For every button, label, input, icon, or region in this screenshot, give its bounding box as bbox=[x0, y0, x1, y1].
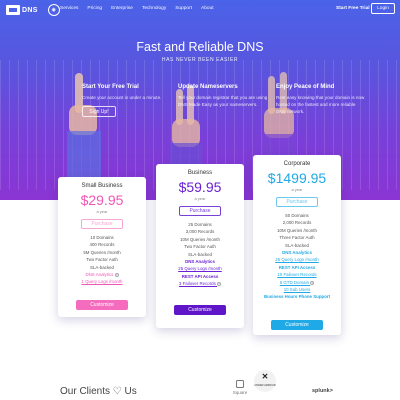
feature-item: 10M Queries /month bbox=[277, 227, 317, 233]
nav-item-pricing[interactable]: Pricing bbox=[87, 6, 102, 11]
feature-item: SLA-backed bbox=[90, 264, 114, 270]
feature-link[interactable]: REST API Access bbox=[253, 264, 341, 271]
nav-item-support[interactable]: Support bbox=[175, 6, 192, 11]
feature-link[interactable]: DNS Analytics ? bbox=[58, 271, 146, 278]
dns-logo-icon bbox=[6, 5, 20, 15]
feature-link-label[interactable]: 5 GTD Domain bbox=[280, 280, 309, 285]
step-text: Tell your domain registrar that you are … bbox=[178, 95, 268, 108]
feature-item: 25 Domains bbox=[188, 222, 212, 227]
clients-title: Our Clients ♡ Us bbox=[60, 386, 137, 397]
customize-button[interactable]: Customize bbox=[174, 305, 226, 315]
nav-menu: Services Pricing Enterprise Technology S… bbox=[60, 6, 214, 11]
plan-name: Business bbox=[187, 170, 213, 176]
under-armour-logo-icon: ✕ bbox=[261, 372, 269, 381]
feature-link[interactable]: 3 Failover Records ? bbox=[156, 280, 244, 287]
feature-item: Two Factor Auth bbox=[184, 244, 216, 250]
step-title: Enjoy Peace of Mind bbox=[276, 84, 335, 90]
hero-subtitle: HAS NEVER BEEN EASIER bbox=[161, 57, 239, 63]
start-free-trial-link[interactable]: Start Free Trial bbox=[336, 6, 370, 11]
step-text: Create your account in under a minute. bbox=[82, 95, 162, 100]
feature-item: Three Factor Auth bbox=[279, 235, 315, 241]
feature-link[interactable]: DNS Analytics bbox=[156, 258, 244, 265]
feature-link[interactable]: 5 GTD Domain ? bbox=[253, 279, 341, 286]
login-button[interactable]: Login bbox=[371, 3, 395, 14]
feature-list: 50 Domains 2,000 Records 10M Queries /mo… bbox=[253, 212, 341, 301]
feature-link[interactable]: 10 Failover Records bbox=[253, 271, 341, 278]
logo[interactable]: DNS ◉ bbox=[6, 4, 60, 16]
plan-card-small-business: Small Business $29.95 a year Purchase 10… bbox=[58, 177, 146, 317]
dns-badge-icon: ◉ bbox=[47, 4, 60, 16]
feature-item: Two Factor Auth bbox=[86, 257, 118, 263]
square-logo-icon bbox=[236, 380, 244, 388]
feature-link-label[interactable]: DNS Analytics bbox=[85, 272, 113, 277]
step-text: Rest easy knowing that your domain is no… bbox=[276, 95, 365, 115]
sign-up-button[interactable]: Sign Up! bbox=[82, 106, 116, 118]
feature-item: 3,000 Records bbox=[185, 229, 215, 235]
question-icon[interactable]: ? bbox=[114, 272, 119, 277]
customize-button[interactable]: Customize bbox=[271, 320, 323, 330]
plan-price: $1499.95 bbox=[267, 170, 327, 186]
nav-item-services[interactable]: Services bbox=[60, 6, 78, 11]
feature-link[interactable]: Business Hours Phone Support bbox=[253, 293, 341, 300]
purchase-button[interactable]: Purchase bbox=[276, 197, 318, 207]
nav-item-about[interactable]: About bbox=[201, 6, 214, 11]
step-title: Update Nameservers bbox=[178, 84, 238, 90]
logo-text: DNS bbox=[22, 6, 38, 14]
purchase-button[interactable]: Purchase bbox=[179, 206, 221, 216]
feature-link[interactable]: REST API Access bbox=[156, 273, 244, 280]
feature-item: 10M Queries /month bbox=[180, 236, 220, 242]
top-nav: DNS ◉ Services Pricing Enterprise Techno… bbox=[0, 0, 400, 20]
feature-link[interactable]: DNS Analytics bbox=[253, 249, 341, 256]
plan-card-business: Business $59.95 a year Purchase 25 Domai… bbox=[156, 164, 244, 328]
plan-price: $59.95 bbox=[178, 179, 222, 195]
feature-item: SLA-backed bbox=[188, 251, 212, 257]
feature-item: 2,000 Records bbox=[282, 220, 312, 226]
feature-list: 10 Domains 400 Records 5M Queries /month… bbox=[58, 234, 146, 286]
client-logo-under-armour: ✕ UNDER ARMOUR bbox=[254, 370, 276, 392]
feature-item: 400 Records bbox=[89, 242, 115, 248]
question-icon[interactable]: ? bbox=[310, 280, 315, 285]
step-peace-of-mind: Enjoy Peace of Mind Rest easy knowing th… bbox=[276, 84, 366, 116]
client-logo-splunk: splunk> bbox=[312, 388, 333, 394]
feature-item: SLA-backed bbox=[285, 242, 309, 248]
plan-period: a year bbox=[194, 196, 206, 201]
plan-period: a year bbox=[291, 187, 303, 192]
feature-list: 25 Domains 3,000 Records 10M Queries /mo… bbox=[156, 221, 244, 288]
plan-price: $29.95 bbox=[80, 192, 124, 208]
feature-link[interactable]: 25 Query Logs /month bbox=[253, 256, 341, 263]
plan-card-corporate: Corporate $1499.95 a year Purchase 50 Do… bbox=[253, 155, 341, 335]
plan-name: Corporate bbox=[283, 161, 311, 167]
step-free-trial: Start Your Free Trial Create your accoun… bbox=[82, 84, 172, 118]
feature-item: 50 Domains bbox=[285, 213, 309, 218]
feature-link[interactable]: 1 Query Logs /month bbox=[58, 278, 146, 285]
client-logo-label: UNDER ARMOUR bbox=[254, 384, 276, 387]
feature-link[interactable]: 10 Sub Users bbox=[253, 286, 341, 293]
plan-period: a year bbox=[96, 209, 108, 214]
client-logo-label: Square bbox=[232, 390, 248, 395]
step-nameservers: Update Nameservers Tell your domain regi… bbox=[178, 84, 268, 108]
nav-item-enterprise[interactable]: Enterprise bbox=[111, 6, 133, 11]
question-icon[interactable]: ? bbox=[217, 282, 222, 287]
customize-button[interactable]: Customize bbox=[76, 300, 128, 310]
client-logo-square: Square bbox=[225, 380, 255, 400]
plan-name: Small Business bbox=[81, 183, 123, 189]
feature-link-label[interactable]: 3 Failover Records bbox=[179, 281, 216, 286]
hero-title: Fast and Reliable DNS bbox=[136, 40, 264, 54]
nav-item-technology[interactable]: Technology bbox=[142, 6, 166, 11]
feature-link[interactable]: 25 Query Logs /month bbox=[156, 265, 244, 272]
feature-item: 10 Domains bbox=[90, 235, 114, 240]
feature-item: 5M Queries /month bbox=[83, 249, 121, 255]
purchase-button[interactable]: Purchase bbox=[81, 219, 123, 229]
step-title: Start Your Free Trial bbox=[82, 84, 139, 90]
